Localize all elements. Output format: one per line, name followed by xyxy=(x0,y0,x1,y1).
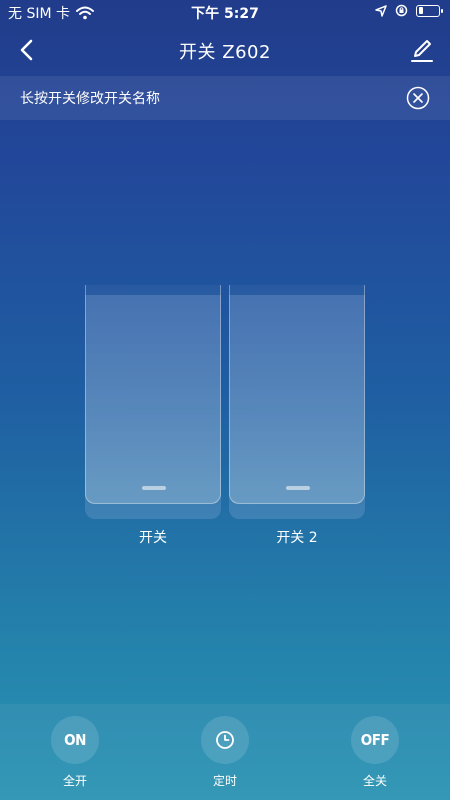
all-on-button[interactable]: ON xyxy=(51,716,99,764)
switch-1-button[interactable] xyxy=(85,285,221,519)
location-arrow-icon xyxy=(375,4,387,17)
battery-level xyxy=(418,7,423,14)
screen: 无 SIM 卡 下午 5:27 开关 Z602 长按开关修改开关名称 开关 开关… xyxy=(0,0,450,800)
switch-2-face xyxy=(229,285,365,504)
edit-pencil-icon[interactable] xyxy=(408,36,436,64)
all-off-label: 全关 xyxy=(362,774,387,788)
nav-bar: 开关 Z602 xyxy=(0,24,450,76)
timer-action[interactable]: 定时 xyxy=(185,716,265,789)
switch-2-indicator xyxy=(286,486,310,490)
switch-2-label: 开关 2 xyxy=(276,530,318,546)
tip-text: 长按开关修改开关名称 xyxy=(20,91,160,107)
status-bar: 无 SIM 卡 下午 5:27 xyxy=(0,0,450,24)
timer-label: 定时 xyxy=(212,774,237,788)
switch-2-button[interactable] xyxy=(229,285,365,519)
all-on-label: 全开 xyxy=(62,774,87,788)
all-off-button[interactable]: OFF xyxy=(351,716,399,764)
tip-banner: 长按开关修改开关名称 xyxy=(0,76,450,120)
battery-icon xyxy=(416,4,443,17)
rotation-lock-icon xyxy=(395,4,408,17)
close-circle-icon[interactable] xyxy=(406,86,430,110)
page-title: 开关 Z602 xyxy=(179,42,271,63)
all-off-action[interactable]: OFF 全关 xyxy=(335,716,415,789)
bottom-toolbar: ON 全开 定时 OFF 全关 xyxy=(0,704,450,800)
all-on-action[interactable]: ON 全开 xyxy=(35,716,115,789)
switch-1-face xyxy=(85,285,221,504)
clock-icon xyxy=(216,731,234,749)
timer-button[interactable] xyxy=(201,716,249,764)
status-right xyxy=(375,4,443,17)
switch-1-indicator xyxy=(142,486,166,490)
switch-1-label: 开关 xyxy=(139,530,167,546)
